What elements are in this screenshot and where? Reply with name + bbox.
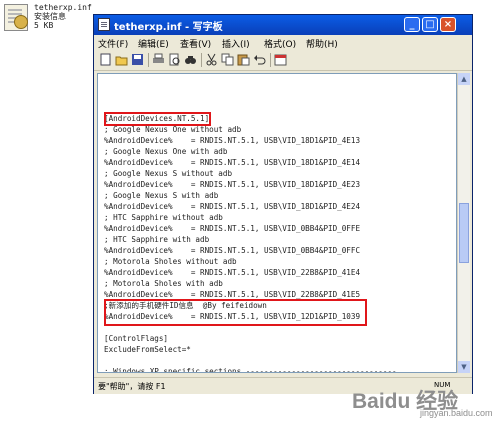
inf-file-icon[interactable]: [2, 3, 34, 31]
document-line: ExcludeFromSelect=*: [104, 345, 191, 354]
document-line: %AndroidDevice% = RNDIS.NT.5.1, USB\VID_…: [104, 202, 361, 211]
menu-view[interactable]: 查看(V): [180, 37, 211, 50]
vertical-scrollbar[interactable]: ▲ ▼: [457, 73, 470, 373]
document-line: %AndroidDevice% = RNDIS.NT.5.1, USB\VID_…: [104, 268, 361, 277]
insert-datetime-icon[interactable]: [274, 53, 287, 66]
document-line: %AndroidDevice% = RNDIS.NT.5.1, USB\VID_…: [104, 224, 361, 233]
menu-help[interactable]: 帮助(H): [306, 37, 338, 50]
document-line: %AndroidDevice% = RNDIS.NT.5.1, USB\VID_…: [104, 246, 361, 255]
print-preview-icon[interactable]: [168, 53, 181, 66]
document-line: ; Google Nexus S with adb: [104, 191, 219, 200]
find-icon[interactable]: [184, 53, 197, 66]
maximize-button[interactable]: □: [422, 17, 438, 32]
menu-insert[interactable]: 插入(I): [222, 37, 250, 50]
wordpad-icon: [98, 18, 110, 31]
document-editor[interactable]: [AndroidDevices.NT.5.1]; Google Nexus On…: [97, 73, 457, 373]
title-bar[interactable]: tetherxp.inf - 写字板 _ □ ×: [94, 15, 472, 35]
copy-icon[interactable]: [221, 53, 234, 66]
file-name: tetherxp.inf: [34, 3, 92, 12]
highlight-new-device: [104, 299, 367, 326]
document-line: [ControlFlags]: [104, 334, 169, 343]
window-title: tetherxp.inf - 写字板: [114, 22, 223, 33]
watermark-url: jingyan.baidu.com: [420, 408, 493, 418]
wordpad-window: tetherxp.inf - 写字板 _ □ × 文件(F) 编辑(E) 查看(…: [93, 14, 473, 394]
new-icon[interactable]: [99, 53, 112, 66]
scroll-up-icon[interactable]: ▲: [458, 73, 470, 85]
undo-icon[interactable]: [253, 53, 266, 66]
document-line: ; HTC Sapphire with adb: [104, 235, 210, 244]
scroll-down-icon[interactable]: ▼: [458, 361, 470, 373]
desktop-file-label[interactable]: tetherxp.inf 安装信息 5 KB: [34, 3, 92, 30]
document-line: ; Windows XP specific sections ---------…: [104, 367, 397, 373]
document-line: ; Google Nexus One with adb: [104, 147, 228, 156]
file-size: 5 KB: [34, 21, 54, 30]
close-button[interactable]: ×: [440, 17, 456, 32]
document-line: ; Motorola Sholes without adb: [104, 257, 237, 266]
toolbar: [94, 50, 472, 71]
print-icon[interactable]: [152, 53, 165, 66]
document-line: %AndroidDevice% = RNDIS.NT.5.1, USB\VID_…: [104, 158, 361, 167]
highlight-section-header: [104, 112, 211, 126]
document-text[interactable]: [AndroidDevices.NT.5.1]; Google Nexus On…: [104, 102, 397, 373]
document-line: ; Google Nexus S without adb: [104, 169, 233, 178]
menu-bar: 文件(F) 编辑(E) 查看(V) 插入(I) 格式(O) 帮助(H): [94, 35, 472, 50]
menu-format[interactable]: 格式(O): [264, 37, 296, 50]
minimize-button[interactable]: _: [404, 17, 420, 32]
status-help-text: 要"帮助"，请按 F1: [98, 382, 166, 391]
save-icon[interactable]: [131, 53, 144, 66]
cut-icon[interactable]: [205, 53, 218, 66]
menu-edit[interactable]: 编辑(E): [138, 37, 169, 50]
file-type: 安装信息: [34, 12, 66, 21]
document-line: ; HTC Sapphire without adb: [104, 213, 223, 222]
menu-file[interactable]: 文件(F): [98, 37, 128, 50]
paste-icon[interactable]: [237, 53, 250, 66]
document-line: ; Motorola Sholes with adb: [104, 279, 223, 288]
scroll-thumb[interactable]: [459, 203, 469, 263]
open-icon[interactable]: [115, 53, 128, 66]
document-line: %AndroidDevice% = RNDIS.NT.5.1, USB\VID_…: [104, 136, 361, 145]
document-line: %AndroidDevice% = RNDIS.NT.5.1, USB\VID_…: [104, 180, 361, 189]
